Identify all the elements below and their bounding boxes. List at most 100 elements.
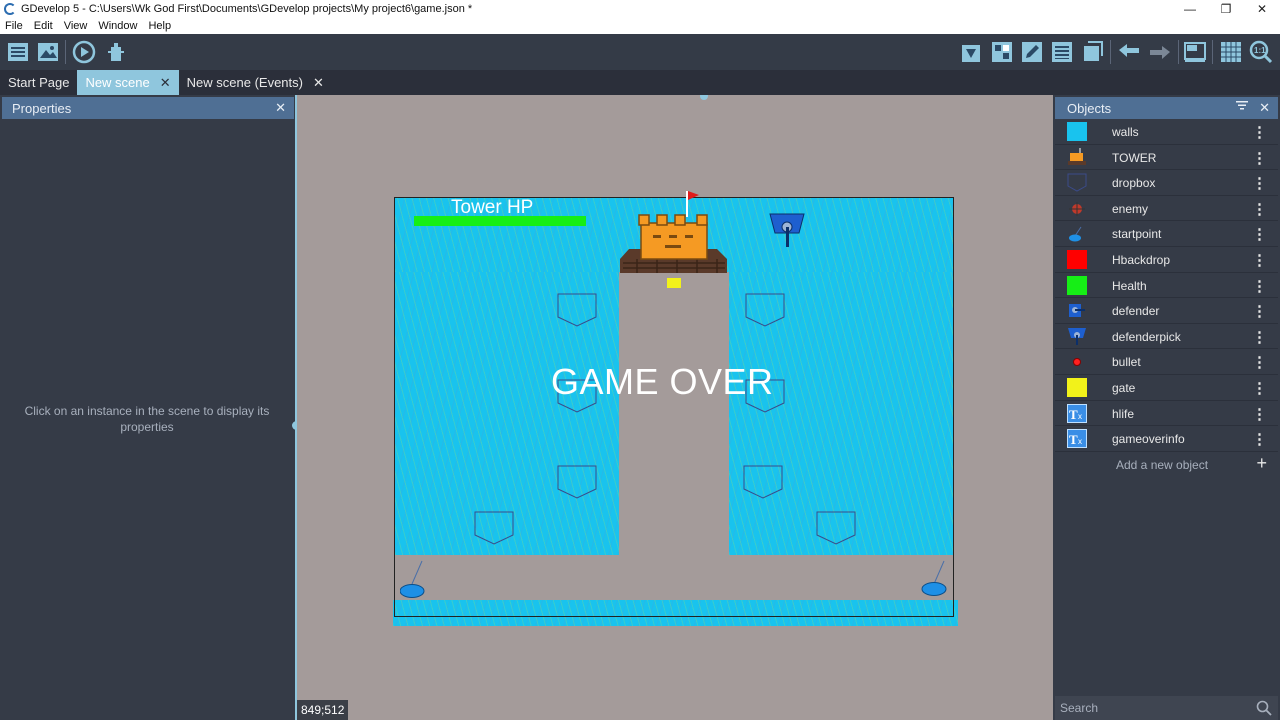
more-options-icon[interactable]: ⋮ bbox=[1252, 430, 1267, 448]
more-options-icon[interactable]: ⋮ bbox=[1252, 174, 1267, 192]
search-icon[interactable] bbox=[1256, 700, 1272, 719]
list-item[interactable]: dropbox ⋮ bbox=[1055, 170, 1278, 196]
list-item[interactable]: Tx hlife ⋮ bbox=[1055, 401, 1278, 427]
more-options-icon[interactable]: ⋮ bbox=[1252, 149, 1267, 167]
tower-hp-text[interactable]: Tower HP bbox=[451, 197, 533, 219]
object-name: dropbox bbox=[1112, 176, 1156, 191]
tower-icon bbox=[1067, 147, 1087, 167]
add-instance-button[interactable] bbox=[960, 40, 984, 64]
properties-empty-message: Click on an instance in the scene to dis… bbox=[24, 404, 270, 434]
add-new-object-button[interactable]: Add a new object + bbox=[1055, 453, 1278, 477]
objects-list: walls ⋮ TOWER ⋮ dropbox ⋮ enemy ⋮ startp… bbox=[1055, 119, 1278, 452]
menu-bar: File Edit View Window Help bbox=[0, 18, 1280, 34]
more-options-icon[interactable]: ⋮ bbox=[1252, 379, 1267, 397]
list-item[interactable]: walls ⋮ bbox=[1055, 119, 1278, 145]
list-item[interactable]: defender ⋮ bbox=[1055, 298, 1278, 324]
list-item[interactable]: gate ⋮ bbox=[1055, 375, 1278, 401]
game-over-text[interactable]: GAME OVER bbox=[551, 361, 774, 403]
close-icon[interactable]: ✕ bbox=[160, 75, 171, 91]
more-options-icon[interactable]: ⋮ bbox=[1252, 277, 1267, 295]
startpoint-instance[interactable] bbox=[920, 560, 950, 600]
menu-view[interactable]: View bbox=[59, 20, 94, 32]
grid-toggle-button[interactable] bbox=[1219, 40, 1243, 64]
list-item[interactable]: defenderpick ⋮ bbox=[1055, 324, 1278, 350]
undo-button[interactable] bbox=[1117, 40, 1141, 64]
scene-resize-handle[interactable] bbox=[700, 95, 708, 100]
undo-icon bbox=[1119, 44, 1139, 57]
project-manager-button[interactable] bbox=[6, 40, 30, 64]
zoom-icon: 1:1 bbox=[1249, 40, 1273, 64]
gate-instance[interactable] bbox=[667, 278, 681, 288]
more-options-icon[interactable]: ⋮ bbox=[1252, 200, 1267, 218]
object-name: Hbackdrop bbox=[1112, 252, 1171, 267]
menu-window[interactable]: Window bbox=[93, 20, 143, 32]
instances-list-button[interactable] bbox=[1050, 40, 1074, 64]
gate-icon bbox=[1067, 377, 1087, 397]
object-name: gate bbox=[1112, 380, 1136, 395]
dropbox-slot[interactable] bbox=[557, 293, 597, 327]
object-name: walls bbox=[1112, 125, 1139, 139]
more-options-icon[interactable]: ⋮ bbox=[1252, 123, 1267, 141]
scene-canvas[interactable]: Tower HP GAME OVER 849;512 bbox=[297, 95, 1053, 720]
more-options-icon[interactable]: ⋮ bbox=[1252, 251, 1267, 269]
minimize-button[interactable]: — bbox=[1172, 0, 1208, 18]
restore-button[interactable]: ❐ bbox=[1208, 0, 1244, 18]
tab-label: Start Page bbox=[8, 75, 70, 90]
tower-sprite[interactable] bbox=[617, 189, 732, 279]
close-window-button[interactable]: ✕ bbox=[1244, 0, 1280, 18]
window-mask-button[interactable] bbox=[1183, 40, 1207, 64]
filter-icon[interactable] bbox=[1236, 99, 1248, 114]
properties-toggle-button[interactable] bbox=[1020, 40, 1044, 64]
list-item[interactable]: TOWER ⋮ bbox=[1055, 145, 1278, 171]
object-name: TOWER bbox=[1112, 150, 1157, 165]
panel-title: Objects bbox=[1067, 100, 1112, 116]
list-item[interactable]: bullet ⋮ bbox=[1055, 349, 1278, 375]
close-icon[interactable]: ✕ bbox=[313, 75, 324, 91]
scene-image-icon bbox=[38, 43, 58, 61]
menu-edit[interactable]: Edit bbox=[29, 20, 59, 32]
project-manager-icon bbox=[8, 43, 28, 61]
close-icon[interactable]: ✕ bbox=[275, 100, 286, 116]
redo-button[interactable] bbox=[1148, 40, 1172, 64]
layers-button[interactable] bbox=[1080, 40, 1104, 64]
list-item[interactable]: Health ⋮ bbox=[1055, 273, 1278, 299]
more-options-icon[interactable]: ⋮ bbox=[1252, 353, 1267, 371]
list-item[interactable]: startpoint ⋮ bbox=[1055, 221, 1278, 247]
edit-pencil-icon bbox=[1022, 42, 1042, 62]
close-icon[interactable]: ✕ bbox=[1259, 100, 1270, 116]
search-input[interactable] bbox=[1055, 696, 1245, 720]
list-icon bbox=[1052, 42, 1072, 62]
list-item[interactable]: Tx gameoverinfo ⋮ bbox=[1055, 426, 1278, 452]
object-name: bullet bbox=[1112, 355, 1141, 370]
menu-help[interactable]: Help bbox=[143, 20, 177, 32]
tab-new-scene-events[interactable]: New scene (Events) ✕ bbox=[179, 70, 332, 95]
plus-icon[interactable]: + bbox=[1256, 453, 1267, 474]
list-item[interactable]: Hbackdrop ⋮ bbox=[1055, 247, 1278, 273]
cursor-coordinates: 849;512 bbox=[297, 700, 349, 720]
text-object-icon: Tx bbox=[1067, 429, 1087, 449]
more-options-icon[interactable]: ⋮ bbox=[1252, 302, 1267, 320]
objects-groups-button[interactable] bbox=[990, 40, 1014, 64]
preview-button[interactable] bbox=[72, 40, 96, 64]
grid-icon bbox=[1221, 42, 1241, 62]
defenderpick-instance[interactable] bbox=[769, 213, 805, 249]
dropbox-slot[interactable] bbox=[557, 465, 597, 499]
dropbox-slot[interactable] bbox=[745, 293, 785, 327]
open-scene-button[interactable] bbox=[36, 40, 60, 64]
dropbox-slot[interactable] bbox=[743, 465, 783, 499]
tab-new-scene[interactable]: New scene ✕ bbox=[77, 70, 179, 95]
dropbox-slot[interactable] bbox=[474, 511, 514, 545]
more-options-icon[interactable]: ⋮ bbox=[1252, 225, 1267, 243]
more-options-icon[interactable]: ⋮ bbox=[1252, 405, 1267, 423]
list-item[interactable]: enemy ⋮ bbox=[1055, 196, 1278, 222]
startpoint-instance[interactable] bbox=[400, 560, 430, 600]
zoom-reset-button[interactable]: 1:1 bbox=[1249, 40, 1273, 64]
layers-icon bbox=[1084, 41, 1103, 61]
debug-button[interactable] bbox=[104, 40, 128, 64]
window-title: GDevelop 5 - C:\Users\Wk God First\Docum… bbox=[21, 3, 473, 15]
more-options-icon[interactable]: ⋮ bbox=[1252, 328, 1267, 346]
dropbox-slot[interactable] bbox=[816, 511, 856, 545]
dropbox-icon bbox=[1067, 173, 1087, 192]
tab-start-page[interactable]: Start Page bbox=[0, 70, 77, 95]
menu-file[interactable]: File bbox=[0, 20, 29, 32]
